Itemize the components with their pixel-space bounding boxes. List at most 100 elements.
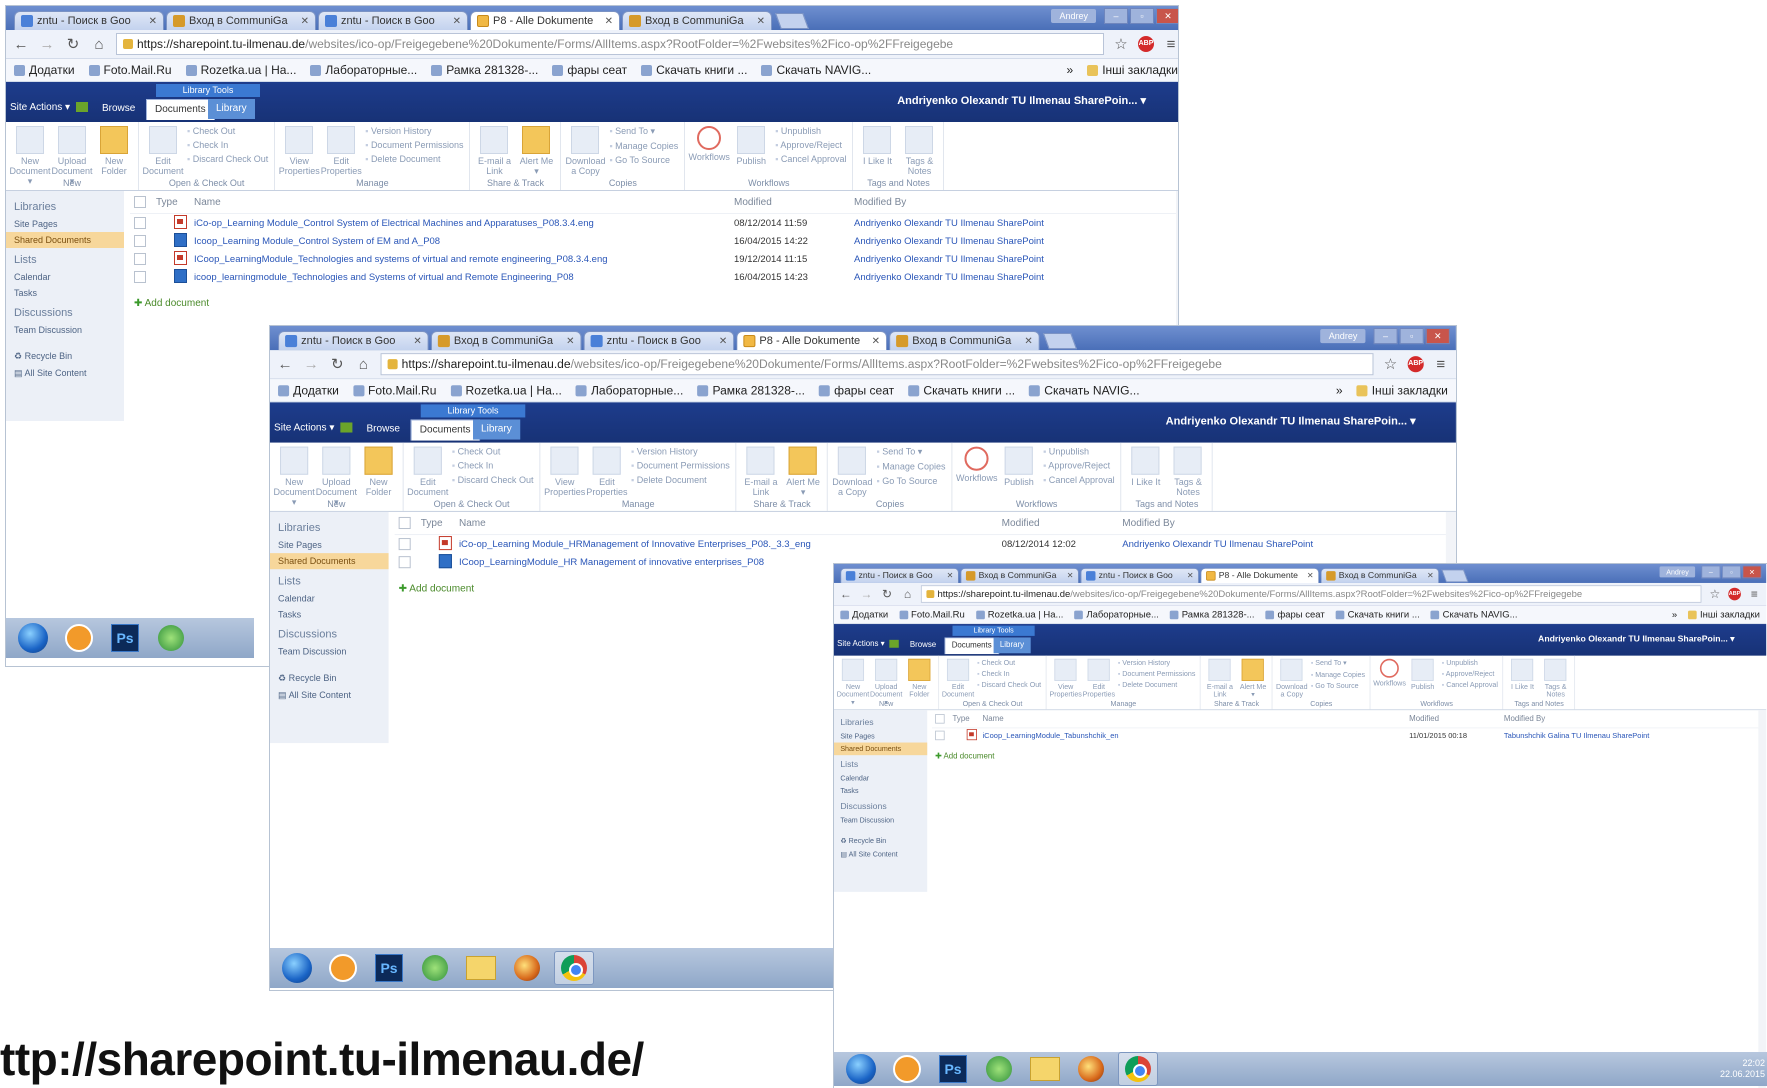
adblock-icon[interactable]: ABP <box>1407 356 1424 373</box>
forward-icon[interactable]: → <box>859 587 873 600</box>
manage-action-0[interactable]: Version History <box>631 447 730 457</box>
taskbar-photoshop[interactable]: Ps <box>934 1053 972 1085</box>
close-tab-icon[interactable]: ✕ <box>1187 572 1194 581</box>
checkout-action-2[interactable]: Discard Check Out <box>187 154 269 164</box>
taskbar-globe[interactable] <box>416 952 454 984</box>
bookmark-item[interactable]: Rozetka.ua | На... <box>450 383 562 397</box>
nav-heading-libraries[interactable]: Libraries <box>6 195 124 216</box>
nav-heading-lists[interactable]: Lists <box>270 569 389 590</box>
nav-item[interactable]: Tasks <box>834 784 927 797</box>
bookmark-item[interactable]: Лабораторные... <box>310 63 417 77</box>
bookmark-item[interactable]: Foto.Mail.Ru <box>899 609 965 620</box>
nav-item[interactable]: Calendar <box>834 772 927 785</box>
browser-tab[interactable]: zntu - Поиск в Goo ✕ <box>840 567 959 583</box>
manage-action-2[interactable]: Delete Document <box>365 154 463 164</box>
workflow-action-1[interactable]: Approve/Reject <box>1442 670 1498 678</box>
column-name[interactable]: Name <box>194 197 734 208</box>
document-modified-by-link[interactable]: Andriyenko Olexandr TU Ilmenau SharePoin… <box>854 236 1178 247</box>
adblock-icon[interactable]: ABP <box>1728 587 1741 601</box>
nav-heading-discussions[interactable]: Discussions <box>834 797 927 814</box>
workflow-action-1[interactable]: Approve/Reject <box>1043 461 1115 471</box>
manage-action-1[interactable]: Document Permissions <box>365 140 464 150</box>
taskbar-photoshop[interactable]: Ps <box>106 622 144 654</box>
row-checkbox[interactable] <box>134 217 146 229</box>
close-tab-icon[interactable]: ✕ <box>872 336 880 347</box>
minimize-icon[interactable]: – <box>1104 8 1128 24</box>
workflow-action-1[interactable]: Approve/Reject <box>775 140 846 150</box>
browser-tab[interactable]: Вход в CommuniGa ✕ <box>960 567 1079 583</box>
taskbar-media-player[interactable] <box>888 1053 926 1085</box>
taskbar-chrome[interactable] <box>1118 1052 1158 1086</box>
copies-action-0[interactable]: Send To ▾ <box>609 126 678 137</box>
tab-browse[interactable]: Browse <box>904 637 943 653</box>
select-all-checkbox[interactable] <box>398 516 411 530</box>
menu-icon[interactable]: ≡ <box>1747 587 1761 600</box>
close-tab-icon[interactable]: ✕ <box>1427 572 1434 581</box>
nav-item[interactable]: Shared Documents <box>834 742 928 756</box>
bookmark-item[interactable]: Скачать NAVIG... <box>1029 383 1140 397</box>
close-tab-icon[interactable]: ✕ <box>1067 572 1074 581</box>
nav-item[interactable]: Shared Documents <box>270 553 389 570</box>
bookmark-item[interactable]: Foto.Mail.Ru <box>88 63 172 77</box>
checkout-action-2[interactable]: Discard Check Out <box>977 681 1041 689</box>
document-name-link[interactable]: Icoop_Learning Module_Control System of … <box>194 236 734 247</box>
close-tab-icon[interactable]: ✕ <box>1307 572 1314 581</box>
bookmark-item[interactable]: фары сеат <box>819 383 894 397</box>
nav-item[interactable]: Team Discussion <box>270 644 389 660</box>
other-bookmarks[interactable]: Інші закладки <box>1087 63 1178 77</box>
bookmark-item[interactable]: Додатки <box>278 383 339 397</box>
copies-action-1[interactable]: Manage Copies <box>609 141 678 151</box>
column-name[interactable]: Name <box>459 517 1002 528</box>
bookmark-item[interactable]: фары сеат <box>1265 609 1325 620</box>
address-bar[interactable]: https://sharepoint.tu-ilmenau.de /websit… <box>380 353 1374 376</box>
column-modified[interactable]: Modified <box>734 197 854 208</box>
close-tab-icon[interactable]: ✕ <box>453 16 461 27</box>
browser-tab[interactable]: Вход в CommuniGa ✕ <box>166 11 316 30</box>
all-site-content-link[interactable]: ▤ All Site Content <box>834 848 927 861</box>
nav-heading-discussions[interactable]: Discussions <box>270 622 389 643</box>
column-modified-by[interactable]: Modified By <box>854 197 1178 208</box>
bookmark-item[interactable]: Додатки <box>840 609 888 620</box>
all-site-content-link[interactable]: ▤ All Site Content <box>6 365 124 382</box>
manage-action-0[interactable]: Version History <box>365 126 463 136</box>
row-checkbox[interactable] <box>134 253 146 265</box>
copies-action-0[interactable]: Send To ▾ <box>1311 659 1365 668</box>
site-actions-menu[interactable]: Site Actions ▾ <box>274 422 334 433</box>
other-bookmarks[interactable]: Інші закладки <box>1688 609 1760 620</box>
copies-action-1[interactable]: Manage Copies <box>1311 671 1365 679</box>
recycle-bin-link[interactable]: ♻ Recycle Bin <box>834 834 927 847</box>
browser-tab[interactable]: Вход в CommuniGa ✕ <box>889 331 1040 351</box>
nav-item[interactable]: Site Pages <box>270 537 389 553</box>
checkout-action-2[interactable]: Discard Check Out <box>452 475 534 485</box>
bookmark-item[interactable]: Rozetka.ua | На... <box>185 63 296 77</box>
browser-tab[interactable]: Вход в CommuniGa ✕ <box>622 11 772 30</box>
bookmark-item[interactable]: Рамка 281328-... <box>431 63 538 77</box>
bookmark-item[interactable]: Рамка 281328-... <box>697 383 805 397</box>
maximize-icon[interactable]: ▫ <box>1130 8 1154 24</box>
nav-item[interactable]: Site Pages <box>6 216 124 232</box>
checkout-action-0[interactable]: Check Out <box>452 447 534 457</box>
column-type[interactable]: Type <box>953 714 983 723</box>
reload-icon[interactable]: ↻ <box>328 355 346 373</box>
column-modified-by[interactable]: Modified By <box>1504 714 1762 723</box>
close-tab-icon[interactable]: ✕ <box>149 16 157 27</box>
tab-browse[interactable]: Browse <box>94 99 143 119</box>
checkout-action-1[interactable]: Check In <box>187 140 268 150</box>
copies-action-2[interactable]: Go To Source <box>876 476 945 486</box>
menu-icon[interactable]: ≡ <box>1162 36 1178 53</box>
browser-tab[interactable]: P8 - Alle Dokumente ✕ <box>1200 567 1320 583</box>
bookmark-item[interactable]: Rozetka.ua | На... <box>975 609 1063 620</box>
manage-action-1[interactable]: Document Permissions <box>1118 670 1195 678</box>
bookmark-item[interactable]: Скачать NAVIG... <box>761 63 871 77</box>
tab-library[interactable]: Library <box>473 419 520 440</box>
sharepoint-user-menu[interactable]: Andriyenko Olexandr TU Ilmenau SharePoin… <box>897 94 1146 107</box>
close-icon[interactable]: ✕ <box>1156 8 1178 24</box>
forward-icon[interactable]: → <box>38 36 56 53</box>
nav-item[interactable]: Calendar <box>6 269 124 285</box>
start-button[interactable] <box>278 952 316 984</box>
row-checkbox[interactable] <box>398 556 411 569</box>
home-icon[interactable]: ⌂ <box>900 587 914 600</box>
document-name-link[interactable]: icoop_learningmodule_Technologies and Sy… <box>194 272 734 283</box>
nav-item[interactable]: Team Discussion <box>834 814 927 827</box>
checkout-action-0[interactable]: Check Out <box>977 659 1041 667</box>
